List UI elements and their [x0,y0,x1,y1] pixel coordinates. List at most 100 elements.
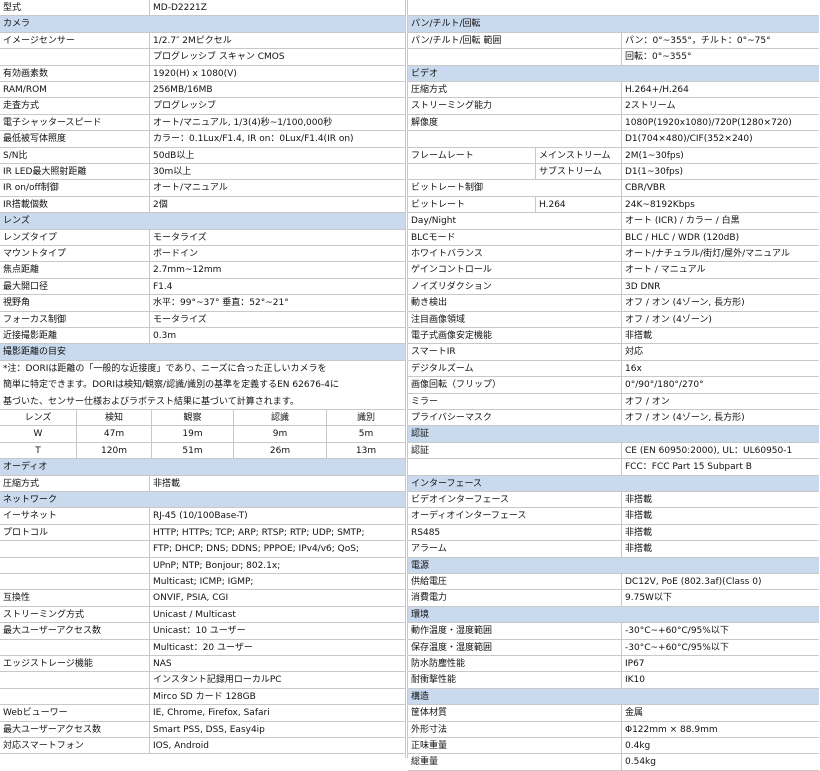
section-title: 構造 [411,691,430,702]
spec-row: BLCモード BLC / HLC / WDR (120dB) [408,229,819,246]
spec-value: -30°C~+60°C/95%以下 [621,639,819,655]
dori-row: レンズ 検知 観察 認識 識別 [0,410,405,427]
spec-value: オート / マニュアル [621,262,819,278]
spec-label: エッジストレージ機能 [3,659,93,669]
dori-note-line: *注：DORIは距離の「一般的な近接度」であり、ニーズに合った正しいカメラを [3,363,327,374]
dori-row: T 120m 51m 26m 13m [0,442,405,460]
spec-value: モータライズ [149,311,405,327]
section-title: 環境 [411,609,430,620]
spec-label: 筐体材質 [411,708,448,719]
spec-value: IOS, Android [149,738,405,754]
spec-row: ミラー オフ / オン [408,393,819,410]
spec-label: イメージセンサー [3,35,75,46]
spec-value: UPnP; NTP; Bonjour; 802.1x; [149,557,405,573]
section-title: 電源 [411,560,430,571]
spec-row: 回転：0°~355° [408,49,819,66]
spec-label [0,49,149,64]
spec-row: ホワイトバランス オート/ナチュラル/街灯/屋外/マニュアル [408,246,819,263]
spec-label: ビットレート [411,199,466,210]
spec-value: 0.3m [149,328,405,344]
spec-row: イメージセンサー 1/2.7″ 2Mピクセル [0,32,405,50]
spec-row: 視野角 水平：99°~37° 垂直：52°~21° [0,295,405,312]
spec-value: CBR/VBR [621,180,819,196]
spec-label: デジタルズーム [411,363,474,374]
spec-label: ホワイトバランス [411,249,483,259]
spec-label: ビデオインターフェース [411,495,510,505]
spec-label: 正味重量 [411,741,448,751]
spec-value: 非搭載 [621,524,819,541]
spec-label [0,640,149,655]
spec-row: 供給電圧 DC12V, PoE (802.3af)(Class 0) [408,574,819,591]
spec-value: 回転：0°~355° [621,49,819,65]
spec-row: フレームレート メインストリーム 2M(1~30fps) [408,147,819,164]
spec-label: 防水防塵性能 [411,659,466,669]
dori-note-line: 簡単に特定できます。DORIは検知/観察/認識/識別の基準を定義するEN 626… [3,380,340,391]
dori-cell: 観察 [151,410,233,426]
spec-label: レンズタイプ [3,232,57,243]
spec-row: Multicast; ICMP; IGMP; [0,574,405,591]
spec-value: オート/マニュアル [149,180,405,196]
spec-value: オート (ICR) / カラー / 白黒 [621,213,819,229]
spec-label: IR搭載個数 [3,199,48,210]
column-divider [405,0,408,758]
spec-label: 注目画像領域 [411,314,466,325]
spec-value: 1920(H) x 1080(V) [149,65,405,81]
spec-label [408,459,621,474]
spec-value: Unicast / Multicast [149,606,405,623]
section-header: オーディオ [0,459,405,476]
spec-row: レンズタイプ モータライズ [0,229,405,246]
spec-label [0,689,149,704]
spec-label: S/N比 [3,150,28,161]
spec-row: Webビューワー IE, Chrome, Firefox, Safari [0,705,405,722]
spec-row: IR搭載個数 2個 [0,196,405,214]
section-title: ネットワーク [3,495,58,505]
section-header: カメラ [0,16,405,33]
spec-label [0,541,149,556]
spec-row: オーディオインターフェース 非搭載 [408,508,819,525]
spec-label: 最大ユーザーアクセス数 [3,626,102,637]
spec-row: IR LED最大照射距離 30m以上 [0,164,405,181]
spec-label: イーサネット [3,511,57,522]
spec-row: ノイズリダクション 3D DNR [408,278,819,296]
spec-value: NAS [149,656,405,672]
spec-value: プログレッシブ [149,98,405,114]
spec-label: 電子シャッタースピード [3,117,102,128]
spec-value: 30m以上 [149,164,405,180]
spec-label: 供給電圧 [411,577,448,587]
spec-row: ビデオインターフェース 非搭載 [408,492,819,509]
section-header: ビデオ [408,65,819,82]
spec-value: RJ-45 (10/100Base-T) [149,508,405,524]
spec-label: ストリーミング方式 [3,609,85,620]
spec-value: 2M(1~30fps) [621,147,819,163]
spec-value: 対応 [621,344,819,360]
dori-cell: レンズ [24,413,52,423]
spec-value: -30°C~+60°C/95%以下 [621,623,819,639]
spec-value: インスタント記録用ローカルPC [149,672,405,688]
spec-row: Day/Night オート (ICR) / カラー / 白黒 [408,213,819,230]
spec-value: 非搭載 [621,541,819,557]
spec-label: BLCモード [411,232,456,243]
spec-row: パン/チルト/回転 範囲 パン：0°~355°，チルト：0°~75° [408,32,819,50]
spec-value: 9.75W以下 [621,590,819,606]
spec-row: イーサネット RJ-45 (10/100Base-T) [0,508,405,525]
spec-row: D1(704×480)/CIF(352×240) [408,131,819,148]
spec-row: マウントタイプ ボードイン [0,246,405,263]
dori-note-line: 基づいた、センサー仕様およびラボテスト結果に基づいて計算されます。 [3,396,299,407]
spec-value: 2.7mm~12mm [149,262,405,278]
spec-row: 電子式画像安定機能 非搭載 [408,328,819,345]
section-header: 環境 [408,606,819,624]
spec-value: 0.4kg [621,738,819,754]
spec-sublabel: サブストリーム [535,164,621,180]
spec-value: オート/マニュアル, 1/3(4)秒~1/100,000秒 [149,114,405,131]
spec-label: スマートIR [411,347,456,358]
spec-row: 外形寸法 Φ122mm × 88.9mm [408,721,819,738]
section-title: インターフェース [411,478,483,489]
spec-label: RS485 [411,527,441,538]
spec-value: CE (EN 60950:2000), UL：UL60950-1 [621,442,819,459]
spec-row: 有効画素数 1920(H) x 1080(V) [0,65,405,82]
spec-row: ストリーミング能力 2ストリーム [408,98,819,115]
spec-value: オート/ナチュラル/街灯/屋外/マニュアル [621,246,819,262]
spec-row: ストリーミング方式 Unicast / Multicast [0,606,405,624]
spec-label [0,558,149,573]
spec-row: 型式 MD-D2221Z [0,0,405,17]
